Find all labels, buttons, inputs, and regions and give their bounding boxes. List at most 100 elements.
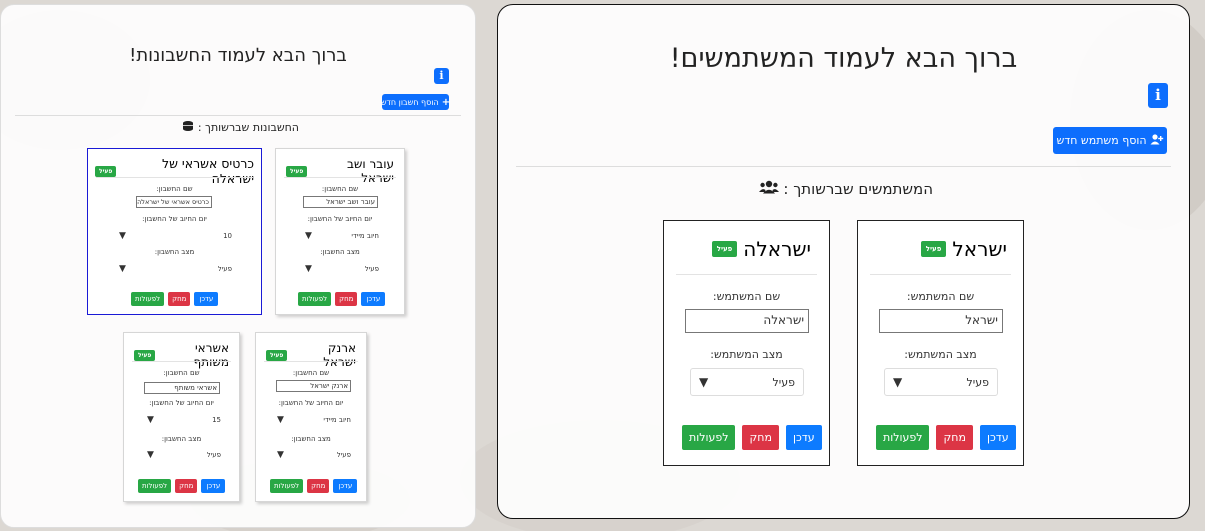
- chevron-down-icon: ▼: [893, 375, 903, 389]
- section-title-text: החשבונות שברשותך :: [197, 121, 299, 134]
- user-status-select[interactable]: פעיל ▼: [690, 368, 804, 396]
- delete-button[interactable]: מחק: [307, 479, 330, 493]
- actions-button[interactable]: לפעולות: [876, 425, 930, 450]
- add-user-button[interactable]: הוסף משתמש חדש: [1053, 127, 1167, 154]
- user-status-value: פעיל: [772, 375, 795, 389]
- edit-button[interactable]: עדכן: [361, 292, 386, 306]
- account-name-field[interactable]: עובר ושב ישראל: [303, 196, 378, 208]
- account-name-label: שם החשבון:: [292, 369, 330, 377]
- account-name-field[interactable]: אשראי משותף: [144, 382, 220, 394]
- account-card: כרטיס אשראי של ישראלה פעיל שם החשבון: כר…: [87, 148, 262, 315]
- charge-day-value: חיוב מיידי: [323, 415, 351, 424]
- account-status-select[interactable]: פעיל ▼: [142, 446, 226, 463]
- chevron-down-icon: ▼: [147, 414, 154, 425]
- account-status-label: מצב החשבון:: [291, 435, 331, 443]
- page-title: ברוך הבא לעמוד החשבונות!: [129, 45, 347, 66]
- delete-button[interactable]: מחק: [168, 292, 191, 306]
- charge-day-select[interactable]: חיוב מיידי ▼: [300, 227, 384, 244]
- account-status-label: מצב החשבון:: [154, 248, 195, 256]
- chevron-down-icon: ▼: [147, 449, 154, 460]
- account-card-title: ארנק ישראל: [323, 341, 356, 369]
- edit-button[interactable]: עדכן: [194, 292, 219, 306]
- divider: [516, 166, 1171, 167]
- accounts-panel: ברוך הבא לעמוד החשבונות! i + הוסף חשבון …: [0, 4, 476, 528]
- account-status-label: מצב החשבון:: [320, 248, 360, 256]
- add-account-button[interactable]: + הוסף חשבון חדש: [380, 94, 451, 110]
- card-divider: [132, 361, 231, 362]
- divider: [15, 115, 461, 116]
- user-name-field[interactable]: ישראלה: [685, 309, 809, 333]
- actions-button[interactable]: לפעולות: [270, 479, 304, 493]
- charge-day-label: יום החיוב של החשבון:: [307, 215, 373, 223]
- actions-button[interactable]: לפעולות: [298, 292, 332, 306]
- add-account-label: הוסף חשבון חדש: [380, 97, 439, 107]
- info-button[interactable]: i: [1148, 83, 1168, 108]
- chevron-down-icon: ▼: [277, 414, 284, 425]
- account-card: ארנק ישראל פעיל שם החשבון: ארנק ישראל יו…: [255, 332, 367, 502]
- page-title: ברוך הבא לעמוד המשתמשים!: [669, 43, 1018, 74]
- account-name-field[interactable]: כרטיס אשראי של ישראלה: [136, 196, 212, 208]
- charge-day-select[interactable]: 10 ▼: [114, 227, 237, 244]
- card-divider: [284, 177, 396, 178]
- status-badge: פעיל: [920, 241, 947, 257]
- add-user-label: הוסף משתמש חדש: [1056, 134, 1147, 147]
- charge-day-value: חיוב מיידי: [351, 231, 379, 240]
- user-status-label: מצב המשתמש:: [710, 348, 783, 361]
- account-status-value: פעיל: [206, 450, 221, 459]
- user-status-value: פעיל: [966, 375, 989, 389]
- charge-day-value: 15: [212, 415, 221, 424]
- user-name-label: שם המשתמש:: [712, 290, 781, 303]
- account-status-select[interactable]: פעיל ▼: [300, 260, 384, 277]
- card-divider: [264, 361, 358, 362]
- delete-button[interactable]: מחק: [335, 292, 358, 306]
- section-title-text: המשתמשים שברשותך :: [783, 180, 933, 198]
- chevron-down-icon: ▼: [699, 375, 709, 389]
- edit-button[interactable]: עדכן: [333, 479, 358, 493]
- card-divider: [676, 274, 817, 275]
- delete-button[interactable]: מחק: [742, 425, 779, 450]
- charge-day-select[interactable]: 15 ▼: [142, 411, 226, 428]
- actions-button[interactable]: לפעולות: [682, 425, 736, 450]
- edit-button[interactable]: עדכן: [979, 425, 1016, 450]
- account-name-label: שם החשבון:: [156, 185, 193, 193]
- account-name-label: שם החשבון:: [163, 369, 200, 377]
- account-name-field[interactable]: ארנק ישראל: [276, 380, 351, 392]
- status-badge: פעיל: [286, 165, 308, 177]
- status-badge: פעיל: [711, 241, 738, 257]
- info-button[interactable]: i: [434, 68, 449, 84]
- account-status-select[interactable]: פעיל ▼: [114, 260, 237, 277]
- actions-button[interactable]: לפעולות: [138, 479, 172, 493]
- delete-button[interactable]: מחק: [936, 425, 973, 450]
- section-title: החשבונות שברשותך :: [182, 121, 299, 134]
- section-title: המשתמשים שברשותך :: [759, 180, 933, 198]
- chevron-down-icon: ▼: [305, 230, 312, 241]
- account-status-value: פעיל: [364, 264, 379, 273]
- delete-button[interactable]: מחק: [175, 479, 198, 493]
- charge-day-label: יום החיוב של החשבון:: [149, 399, 214, 407]
- account-status-label: מצב החשבון:: [161, 435, 202, 443]
- user-card: ישראלה פעיל שם המשתמש: ישראלה מצב המשתמש…: [663, 220, 830, 466]
- account-status-select[interactable]: פעיל ▼: [272, 446, 356, 463]
- account-card: אשראי משותף פעיל שם החשבון: אשראי משותף …: [123, 332, 240, 502]
- actions-button[interactable]: לפעולות: [131, 292, 165, 306]
- edit-button[interactable]: עדכן: [785, 425, 822, 450]
- account-status-value: פעיל: [217, 264, 232, 273]
- account-card-title: אשראי משותף: [193, 341, 229, 369]
- charge-day-label: יום החיוב של החשבון:: [142, 215, 207, 223]
- info-icon: i: [1155, 86, 1161, 104]
- chevron-down-icon: ▼: [119, 263, 126, 274]
- account-status-value: פעיל: [336, 450, 351, 459]
- user-card-title: ישראלה: [743, 237, 811, 261]
- user-plus-icon: [1150, 133, 1164, 148]
- charge-day-select[interactable]: חיוב מיידי ▼: [272, 411, 356, 428]
- plus-icon: +: [441, 96, 451, 108]
- account-name-label: שם החשבון:: [321, 185, 359, 193]
- chevron-down-icon: ▼: [305, 263, 312, 274]
- account-card-title: עובר ושב ישראל: [346, 157, 394, 185]
- card-divider: [870, 274, 1011, 275]
- coins-icon: [182, 121, 194, 134]
- edit-button[interactable]: עדכן: [201, 479, 226, 493]
- user-name-field[interactable]: ישראל: [879, 309, 1003, 333]
- user-status-select[interactable]: פעיל ▼: [884, 368, 998, 396]
- info-icon: i: [439, 69, 444, 82]
